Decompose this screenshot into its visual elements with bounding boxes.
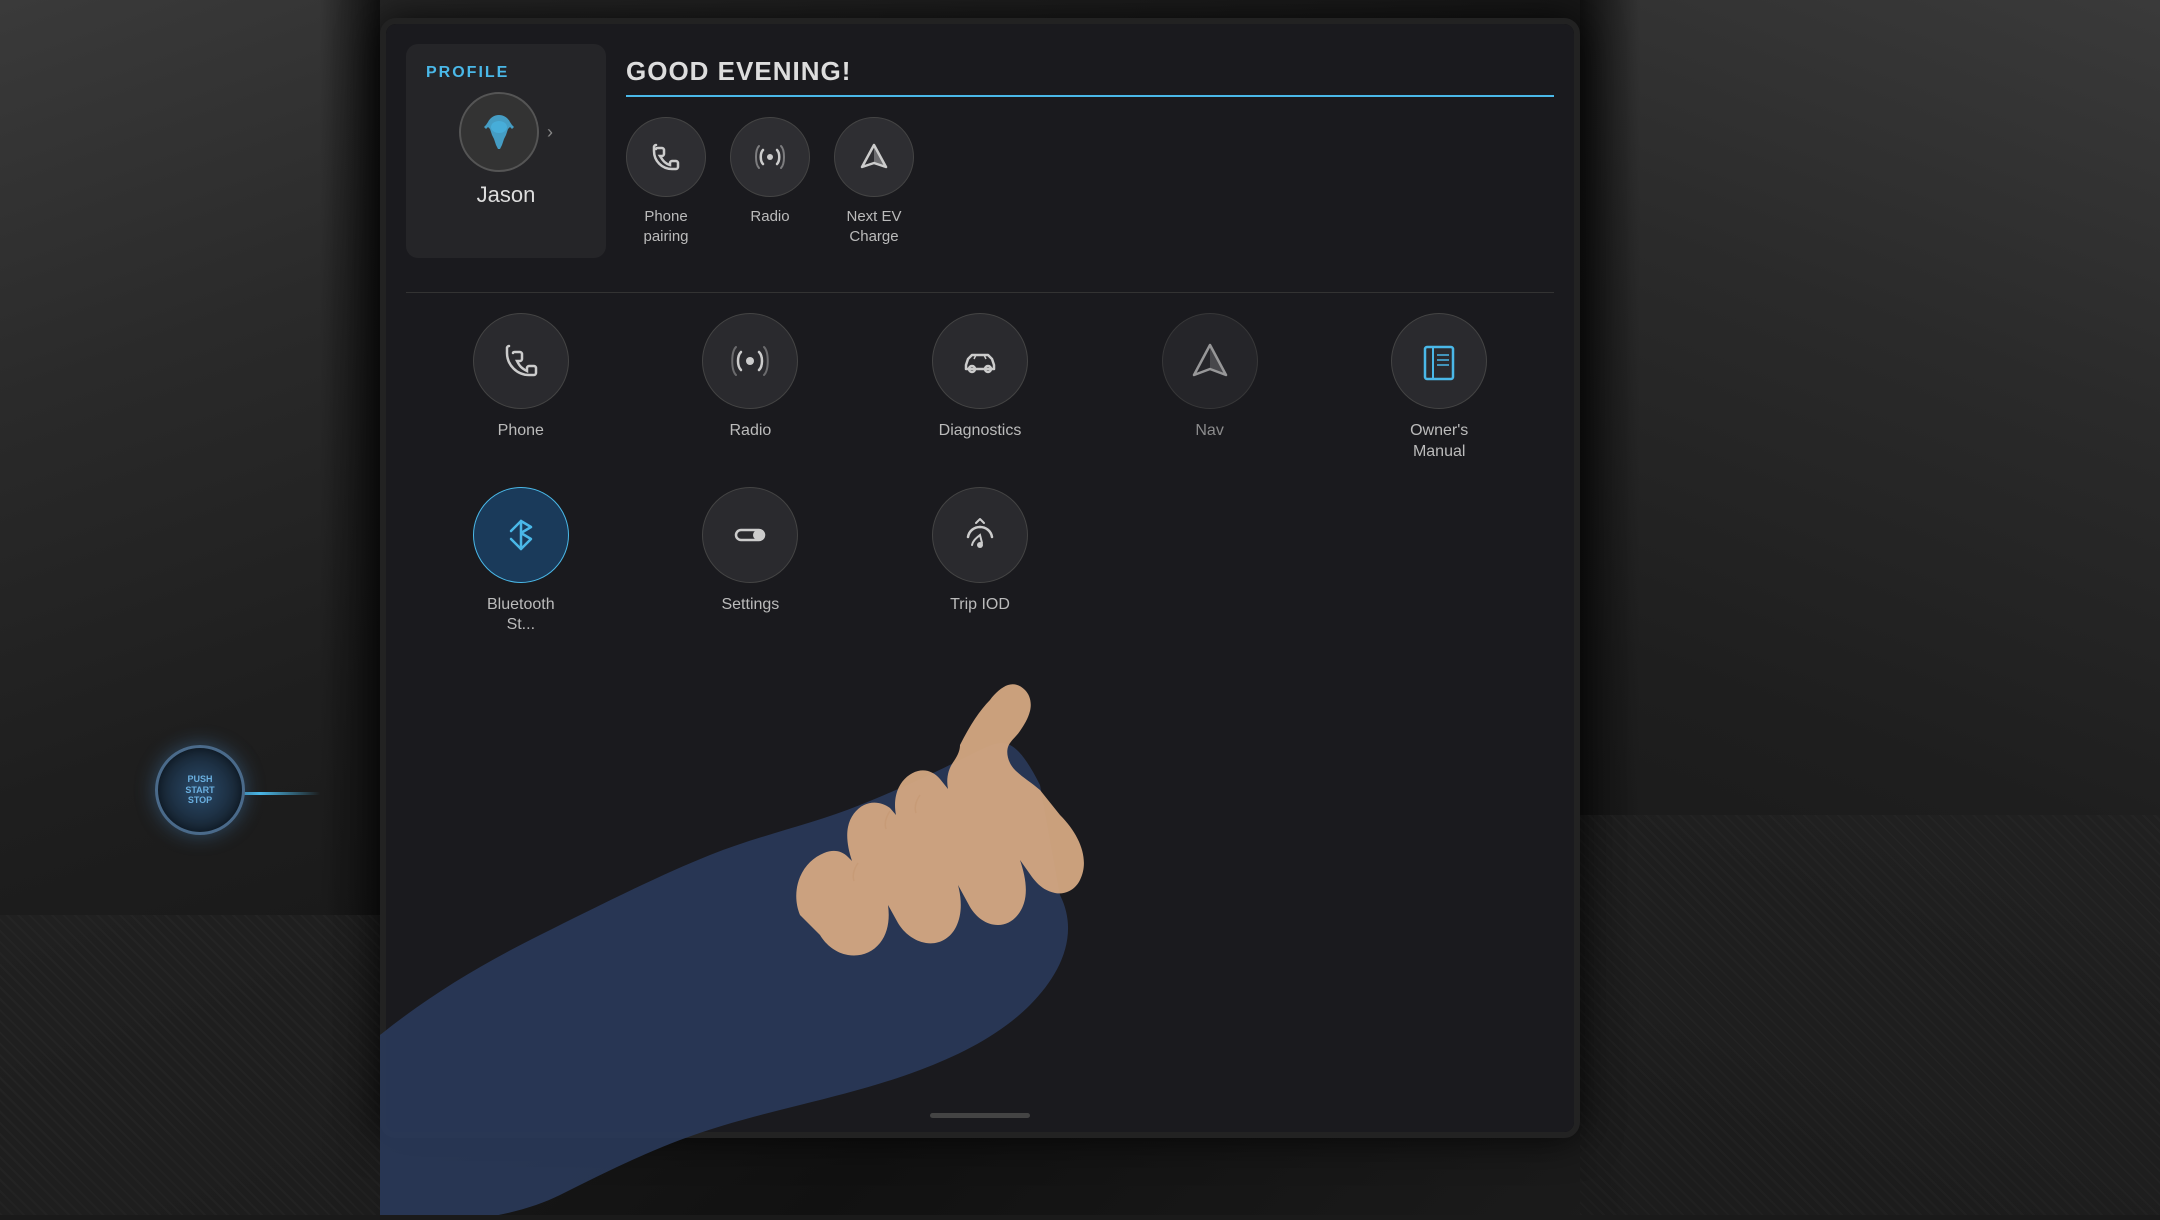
bluetooth-icon <box>499 513 543 557</box>
diagnostics-grid-icon-circle <box>932 313 1028 409</box>
profile-chevron-icon[interactable]: › <box>547 122 553 143</box>
greeting-text: GOOD EVENING! <box>626 56 1554 97</box>
phone-grid-label: Phone <box>498 421 544 442</box>
carbon-fiber-right <box>1580 815 2160 1215</box>
divider-line <box>406 292 1554 293</box>
phone-pairing-icon-circle <box>626 117 706 197</box>
profile-label: PROFILE <box>426 64 509 82</box>
radio-grid-icon <box>728 339 772 383</box>
radio-icon <box>752 139 788 175</box>
phone-icon <box>648 139 684 175</box>
profile-panel[interactable]: PROFILE › Jason <box>406 44 606 258</box>
radio-quick-button[interactable]: Radio <box>730 117 810 246</box>
nav-icon <box>1188 339 1232 383</box>
screen-nav-bar <box>930 1113 1030 1118</box>
nav-grid-icon-circle <box>1162 313 1258 409</box>
nav-grid-button[interactable]: Nav <box>1105 313 1315 463</box>
carbon-fiber-left <box>0 915 380 1215</box>
phone-pairing-button[interactable]: Phonepairing <box>626 117 706 246</box>
radio-grid-button[interactable]: Radio <box>646 313 856 463</box>
screen-top-area: PROFILE › Jason GOOD EVENING! <box>406 44 1554 258</box>
radio-grid-label: Radio <box>729 421 771 442</box>
toggle-icon <box>728 513 772 557</box>
phone-grid-button[interactable]: Phone <box>416 313 626 463</box>
start-button-engine: START <box>185 785 214 796</box>
profile-username: Jason <box>477 182 536 208</box>
radio-quick-label: Radio <box>750 207 789 227</box>
next-ev-charge-label: Next EVCharge <box>846 207 901 246</box>
trip-iod-grid-button[interactable]: Trip IOD <box>875 487 1085 637</box>
book-icon <box>1417 339 1461 383</box>
radio-icon-circle <box>730 117 810 197</box>
profile-avatar-wrapper: › <box>426 92 586 172</box>
mustang-logo-icon <box>474 107 524 157</box>
main-grid: Phone Radio <box>406 313 1554 636</box>
diagnostics-grid-label: Diagnostics <box>939 421 1022 442</box>
infotainment-screen: PROFILE › Jason GOOD EVENING! <box>386 24 1574 1132</box>
start-stop-button[interactable]: PUSH START STOP <box>155 745 245 835</box>
phone-grid-icon <box>499 339 543 383</box>
trip-iod-grid-label: Trip IOD <box>950 595 1010 616</box>
settings-grid-button[interactable]: Settings <box>646 487 856 637</box>
start-button-stop: STOP <box>188 795 212 806</box>
greeting-area: GOOD EVENING! Phonepairing <box>626 44 1554 258</box>
next-ev-charge-icon-circle <box>834 117 914 197</box>
diagnostics-icon <box>958 339 1002 383</box>
radio-grid-icon-circle <box>702 313 798 409</box>
navigation-icon <box>856 139 892 175</box>
settings-grid-label: Settings <box>721 595 779 616</box>
owners-manual-grid-label: Owner'sManual <box>1410 421 1468 463</box>
diagnostics-grid-button[interactable]: Diagnostics <box>875 313 1085 463</box>
phone-grid-icon-circle <box>473 313 569 409</box>
owners-manual-grid-icon-circle <box>1391 313 1487 409</box>
nav-grid-label: Nav <box>1195 421 1223 442</box>
avatar[interactable] <box>459 92 539 172</box>
next-ev-charge-button[interactable]: Next EVCharge <box>834 117 914 246</box>
start-button-text: PUSH <box>187 774 212 785</box>
screen-bezel: PROFILE › Jason GOOD EVENING! <box>380 18 1580 1138</box>
owners-manual-grid-button[interactable]: Owner'sManual <box>1334 313 1544 463</box>
settings-grid-icon-circle <box>702 487 798 583</box>
trip-icon <box>958 513 1002 557</box>
quick-actions-row: Phonepairing <box>626 117 1554 246</box>
bluetooth-grid-button[interactable]: BluetoothSt... <box>416 487 626 637</box>
bluetooth-grid-label: BluetoothSt... <box>487 595 555 637</box>
trip-iod-grid-icon-circle <box>932 487 1028 583</box>
bluetooth-grid-icon-circle <box>473 487 569 583</box>
phone-pairing-label: Phonepairing <box>643 207 688 246</box>
